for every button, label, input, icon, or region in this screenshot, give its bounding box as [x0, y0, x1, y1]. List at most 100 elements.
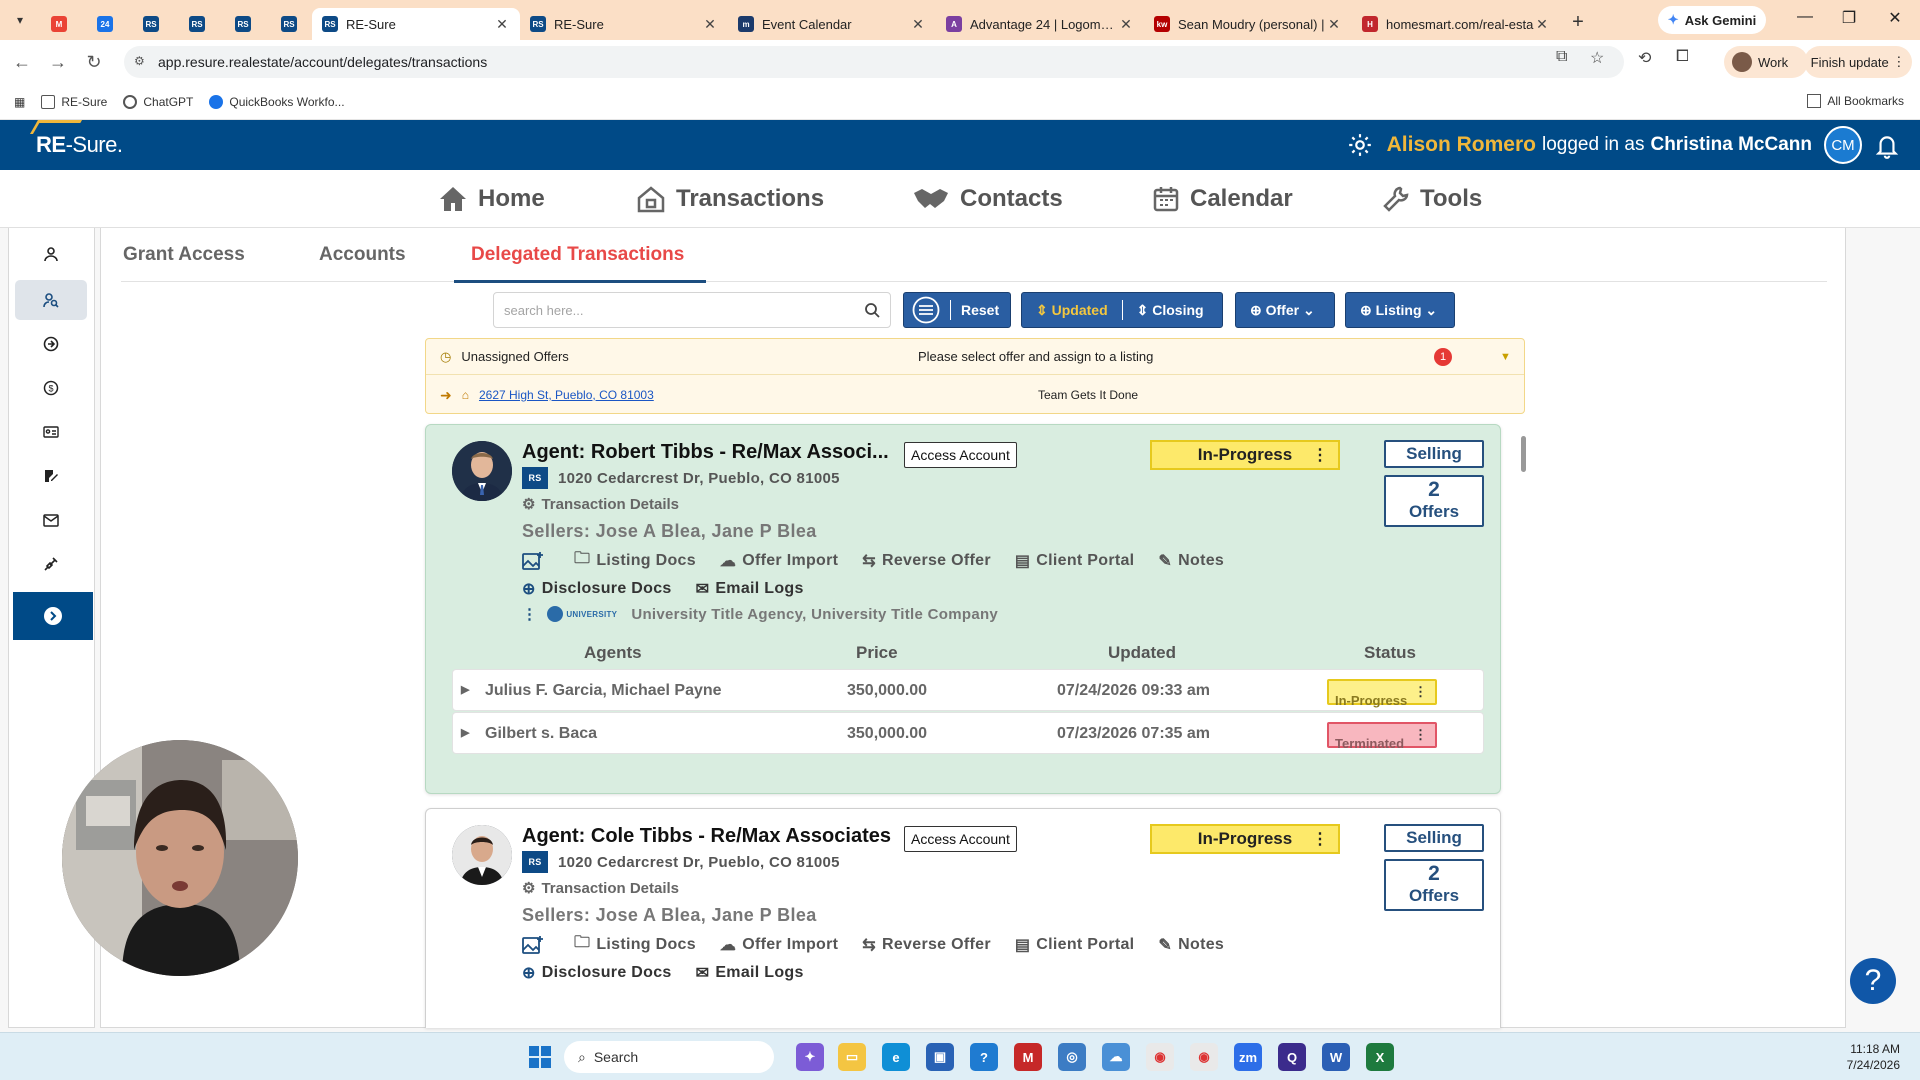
minimize-icon[interactable]: —: [1782, 8, 1828, 26]
tab-delegated-transactions[interactable]: Delegated Transactions: [471, 244, 684, 266]
bookmark-chatgpt[interactable]: ChatGPT: [123, 94, 193, 109]
nav-tools[interactable]: Tools: [1382, 181, 1482, 217]
nav-calendar[interactable]: Calendar: [1152, 181, 1293, 217]
sidebar-expand-button[interactable]: [13, 592, 93, 640]
help-app-icon[interactable]: ?: [970, 1043, 998, 1071]
zoom-icon[interactable]: zm: [1234, 1043, 1262, 1071]
search-input[interactable]: [494, 293, 834, 327]
store-icon[interactable]: ▣: [926, 1043, 954, 1071]
chrome-icon-active[interactable]: ◉: [1190, 1043, 1218, 1071]
app-icon[interactable]: ◎: [1058, 1043, 1086, 1071]
tab-accounts[interactable]: Accounts: [319, 244, 406, 266]
finish-update-button[interactable]: Finish update ⋮: [1804, 46, 1912, 78]
disclosure-docs-button[interactable]: ⊕ Disclosure Docs: [522, 579, 672, 599]
all-bookmarks[interactable]: All Bookmarks: [1807, 94, 1904, 108]
site-info-icon[interactable]: ⚙: [134, 54, 145, 68]
reload-icon[interactable]: ↻: [76, 52, 112, 73]
search-icon[interactable]: [864, 302, 880, 318]
unassigned-address-link[interactable]: 2627 High St, Pueblo, CO 81003: [479, 388, 654, 402]
more-options-icon[interactable]: ⋮: [1414, 684, 1427, 700]
browser-tab[interactable]: A Advantage 24 | Logomark ✕: [936, 8, 1144, 40]
more-options-icon[interactable]: ⋮: [1414, 727, 1427, 743]
offers-count-badge[interactable]: 2 Offers: [1384, 859, 1484, 911]
user-avatar[interactable]: CM: [1824, 126, 1862, 164]
sidebar-item-integrations[interactable]: [15, 544, 87, 584]
listing-dropdown-button[interactable]: ⊕ Listing ⌄: [1345, 292, 1455, 328]
address-bar[interactable]: ⚙ app.resure.realestate/account/delegate…: [124, 46, 1624, 78]
tab-grant-access[interactable]: Grant Access: [123, 244, 245, 266]
table-row[interactable]: ▶ Gilbert s. Baca 350,000.00 07/23/2026 …: [452, 712, 1484, 754]
transaction-details-link[interactable]: ⚙ Transaction Details: [522, 879, 679, 898]
install-app-icon[interactable]: ⧉: [1556, 48, 1567, 66]
browser-tab[interactable]: RS: [174, 8, 220, 40]
ask-gemini-button[interactable]: ✦ Ask Gemini: [1658, 6, 1766, 34]
system-clock[interactable]: 11:18 AM 7/24/2026: [1847, 1041, 1900, 1073]
tab-close-icon[interactable]: ✕: [1326, 16, 1342, 33]
settings-gear-icon[interactable]: [1347, 132, 1373, 158]
unassigned-header[interactable]: ◷ Unassigned Offers Please select offer …: [426, 339, 1524, 375]
listing-docs-button[interactable]: 🗀 Listing Docs: [574, 931, 696, 958]
expand-caret-icon[interactable]: ▶: [461, 726, 469, 739]
word-icon[interactable]: W: [1322, 1043, 1350, 1071]
tab-close-icon[interactable]: ✕: [702, 16, 718, 33]
browser-tab[interactable]: m Event Calendar ✕: [728, 8, 936, 40]
add-photo-button[interactable]: [522, 935, 550, 955]
reverse-offer-button[interactable]: ⇆ Reverse Offer: [862, 551, 991, 571]
notes-button[interactable]: ✎ Notes: [1158, 935, 1224, 955]
weather-app-icon[interactable]: ☁: [1102, 1043, 1130, 1071]
reverse-offer-button[interactable]: ⇆ Reverse Offer: [862, 935, 991, 955]
forward-icon[interactable]: →: [40, 52, 76, 73]
edge-icon[interactable]: e: [882, 1043, 910, 1071]
arrow-right-icon[interactable]: ➜: [440, 387, 452, 404]
tab-search-icon[interactable]: ▾: [8, 8, 32, 32]
excel-icon[interactable]: X: [1366, 1043, 1394, 1071]
copilot-icon[interactable]: ✦: [796, 1043, 824, 1071]
file-explorer-icon[interactable]: ▭: [838, 1043, 866, 1071]
table-row[interactable]: ▶ Julius F. Garcia, Michael Payne 350,00…: [452, 669, 1484, 711]
sort-closing-button[interactable]: ⇕ Closing: [1137, 302, 1204, 319]
browser-tab[interactable]: RS: [128, 8, 174, 40]
nav-home[interactable]: Home: [438, 181, 545, 217]
notifications-bell-icon[interactable]: [1874, 132, 1900, 160]
reset-filters-button[interactable]: Reset: [903, 292, 1011, 328]
caret-down-icon[interactable]: ▼: [1500, 351, 1511, 363]
browser-tab[interactable]: RS RE-Sure ✕: [312, 8, 520, 40]
sidebar-item-login[interactable]: [15, 324, 87, 364]
browser-tab[interactable]: RS: [266, 8, 312, 40]
browser-tab[interactable]: Hhomesmart.com/real-esta ✕: [1352, 8, 1560, 40]
chrome-icon[interactable]: ◉: [1146, 1043, 1174, 1071]
offer-status-badge[interactable]: Terminated ⋮: [1327, 722, 1437, 751]
vertical-dots-icon[interactable]: ⋮: [522, 605, 537, 623]
bookmark-quickbooks[interactable]: QuickBooks Workfo...: [209, 94, 345, 109]
sidebar-item-sign[interactable]: [15, 456, 87, 496]
extensions-icon[interactable]: ⧠: [1676, 48, 1689, 66]
disclosure-docs-button[interactable]: ⊕ Disclosure Docs: [522, 963, 672, 983]
transaction-status[interactable]: In-Progress ⋮: [1150, 440, 1340, 470]
taskbar-search[interactable]: ⌕ Search: [564, 1041, 774, 1073]
tab-close-icon[interactable]: ✕: [910, 16, 926, 33]
restore-icon[interactable]: ❐: [1826, 8, 1872, 28]
mcafee-icon[interactable]: M: [1014, 1043, 1042, 1071]
sidebar-item-id-card[interactable]: [15, 412, 87, 452]
more-options-icon[interactable]: ⋮: [1312, 829, 1328, 849]
list-scrollbar[interactable]: [1519, 426, 1527, 1016]
nav-transactions[interactable]: Transactions: [636, 181, 824, 217]
tab-close-icon[interactable]: ✕: [494, 16, 510, 33]
profile-chip[interactable]: Work: [1724, 46, 1808, 78]
browser-tab[interactable]: M: [36, 8, 82, 40]
offers-count-badge[interactable]: 2 Offers: [1384, 475, 1484, 527]
browser-tab[interactable]: 24: [82, 8, 128, 40]
client-portal-button[interactable]: ▤ Client Portal: [1015, 551, 1135, 571]
sidebar-item-profile[interactable]: [15, 234, 87, 274]
resure-logo[interactable]: RE-Sure.: [29, 120, 123, 158]
help-button[interactable]: ?: [1850, 958, 1896, 1004]
offer-status-badge[interactable]: In-Progress ⋮: [1327, 679, 1437, 708]
sort-updated-button[interactable]: ⇕ Updated: [1036, 302, 1108, 319]
sidebar-item-mail[interactable]: [15, 500, 87, 540]
close-window-icon[interactable]: ✕: [1872, 8, 1918, 28]
back-icon[interactable]: ←: [4, 52, 40, 73]
offer-dropdown-button[interactable]: ⊕ Offer ⌄: [1235, 292, 1335, 328]
offer-import-button[interactable]: ☁ Offer Import: [720, 935, 838, 955]
email-logs-button[interactable]: ✉ Email Logs: [696, 579, 804, 599]
notes-button[interactable]: ✎ Notes: [1158, 551, 1224, 571]
